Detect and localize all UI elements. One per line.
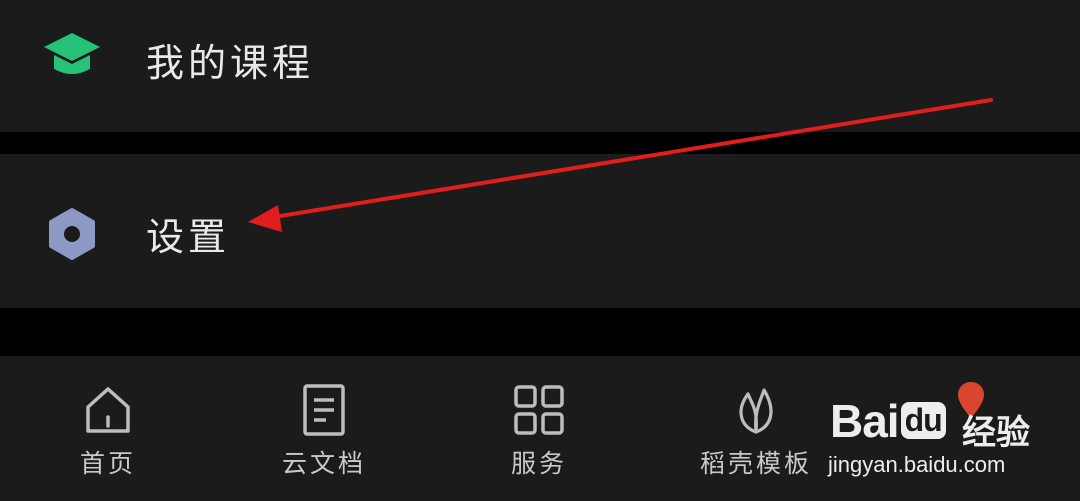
tab-cloud-docs-label: 云文档 [281,449,366,478]
menu-item-settings[interactable]: 设置 [0,154,1080,308]
home-icon [86,387,130,433]
tab-home[interactable]: 首页 [8,356,208,501]
baidu-logo: Bai du [830,394,946,448]
tab-home-label: 首页 [79,449,136,478]
settings-label: 设置 [146,215,231,259]
watermark-url: jingyan.baidu.com [828,452,1006,477]
tab-services[interactable]: 服务 [439,356,639,501]
menu-item-my-courses[interactable]: 我的课程 [0,0,1080,132]
tab-cloud-docs[interactable]: 云文档 [224,356,424,501]
grid-icon [514,385,564,435]
jingyan-text: 经验 [962,413,1030,453]
leaf-icon [739,388,773,434]
document-icon [303,384,345,436]
app-screen: 我的课程 设置 首页 云文档 服务 稻壳模板 Bai du 经验 jingyan… [0,0,1080,501]
baidu-jingyan-watermark: Bai du 经验 jingyan.baidu.com [826,380,1080,501]
baidu-logo-text: Bai [830,395,900,447]
graduation-cap-icon [42,25,102,85]
baidu-logo-du: du [900,402,946,439]
settings-hexagon-icon [42,204,102,264]
my-courses-label: 我的课程 [146,41,315,85]
tab-services-label: 服务 [510,449,567,478]
